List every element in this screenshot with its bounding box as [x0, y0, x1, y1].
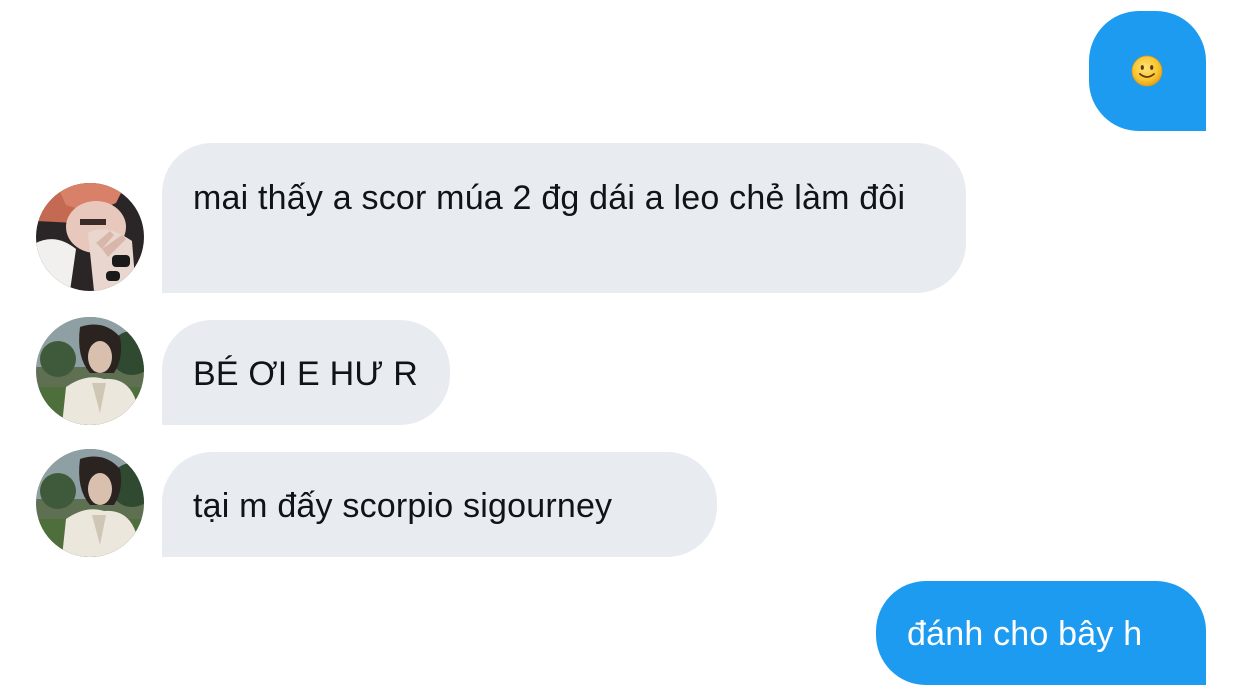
avatar-photo: [36, 449, 144, 557]
message-bubble-outgoing[interactable]: đánh cho bây h: [876, 581, 1206, 685]
message-bubble-incoming[interactable]: tại m đấy scorpio sigourney: [162, 452, 717, 557]
message-bubble-incoming[interactable]: mai thấy a scor múa 2 đg dái a leo chẻ l…: [162, 143, 966, 293]
slightly-smiling-face-emoji: [1131, 55, 1163, 87]
avatar-user-a[interactable]: [36, 183, 144, 291]
message-text: tại m đấy scorpio sigourney: [193, 487, 613, 525]
message-text: đánh cho bây h: [907, 615, 1143, 653]
avatar-photo: [36, 183, 144, 291]
avatar-photo: [36, 317, 144, 425]
message-text: BÉ ƠI E HƯ R: [193, 355, 418, 393]
avatar-user-b[interactable]: [36, 317, 144, 425]
message-text: mai thấy a scor múa 2 đg dái a leo chẻ l…: [193, 179, 906, 217]
message-bubble-outgoing[interactable]: [1089, 11, 1206, 131]
message-bubble-incoming[interactable]: BÉ ƠI E HƯ R: [162, 320, 450, 425]
avatar-user-b[interactable]: [36, 449, 144, 557]
